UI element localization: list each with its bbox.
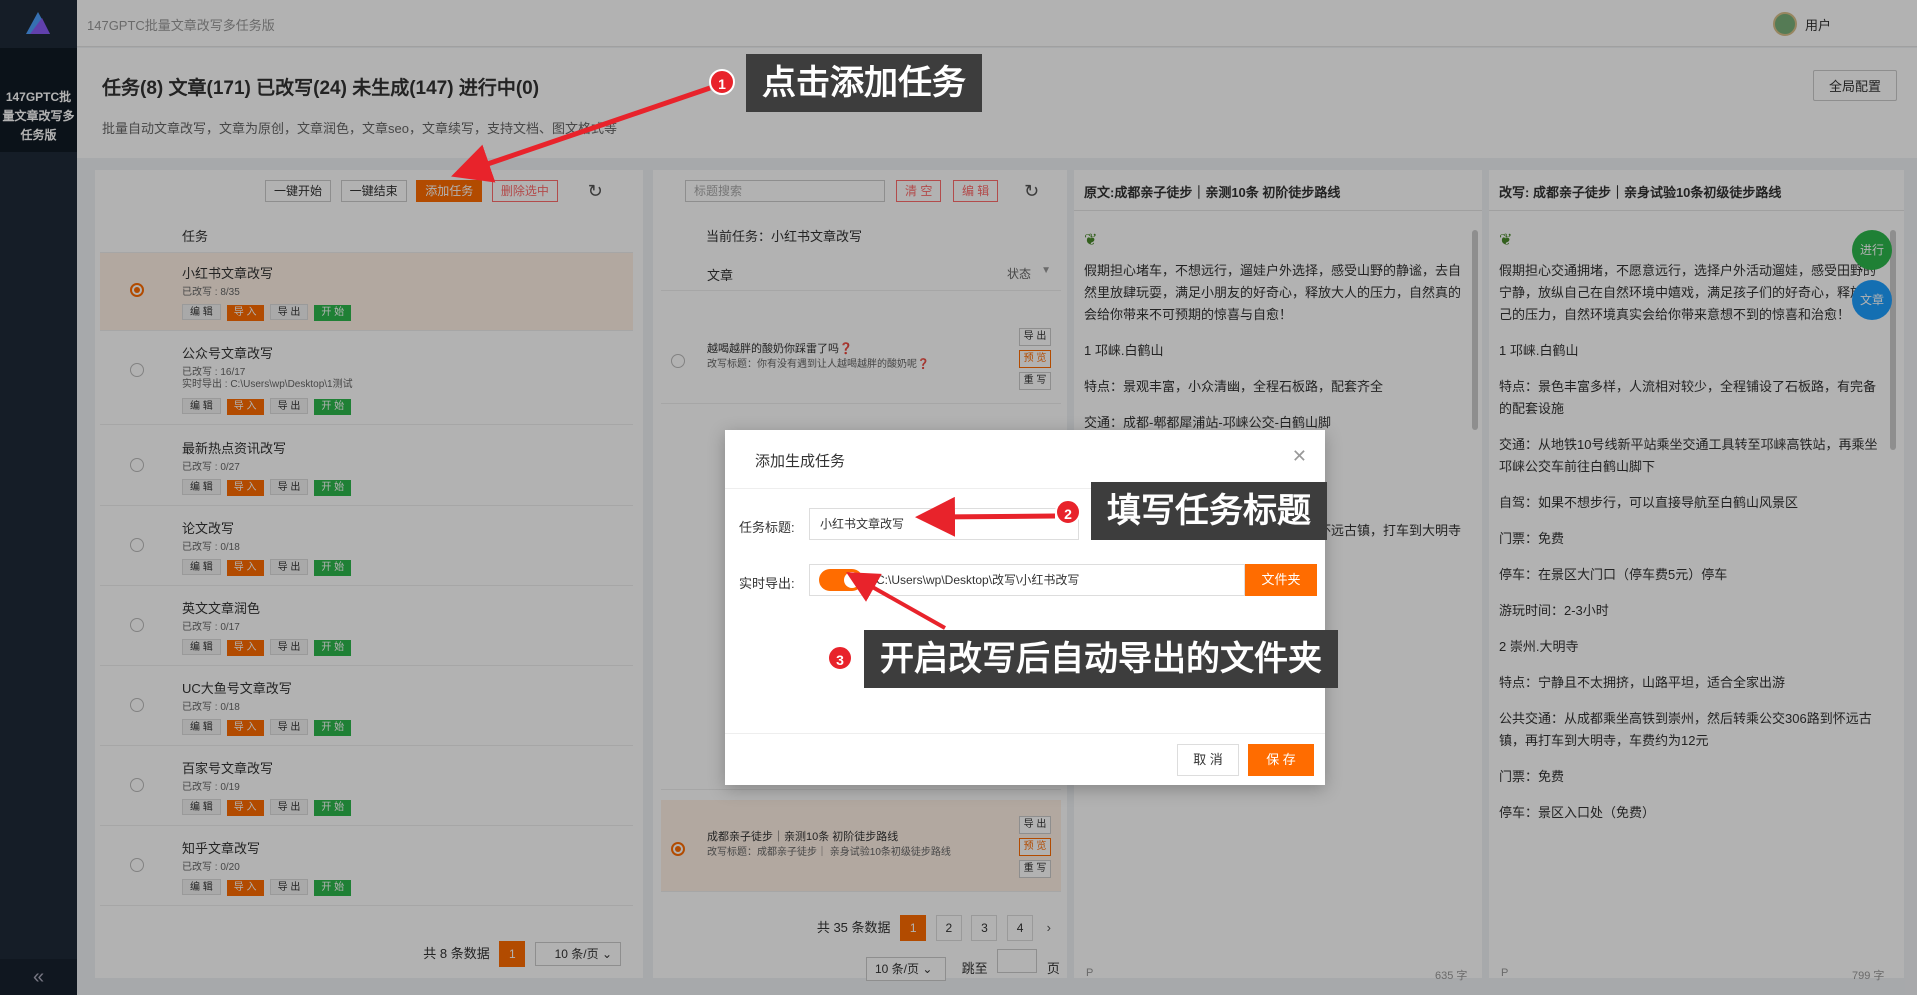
annotation-arrows: [451, 85, 1056, 630]
callout-step-1: 点击添加任务: [746, 54, 982, 112]
step-badge-1: 1: [709, 69, 735, 95]
step-badge-3: 3: [827, 645, 853, 671]
arrow-to-title-input: [915, 496, 1056, 537]
step-badge-2: 2: [1055, 499, 1081, 525]
callout-step-3: 开启改写后自动导出的文件夹: [864, 630, 1338, 688]
arrow-to-toggle: [846, 572, 946, 630]
arrow-to-add-task: [451, 85, 711, 183]
callout-step-2: 填写任务标题: [1091, 482, 1327, 540]
